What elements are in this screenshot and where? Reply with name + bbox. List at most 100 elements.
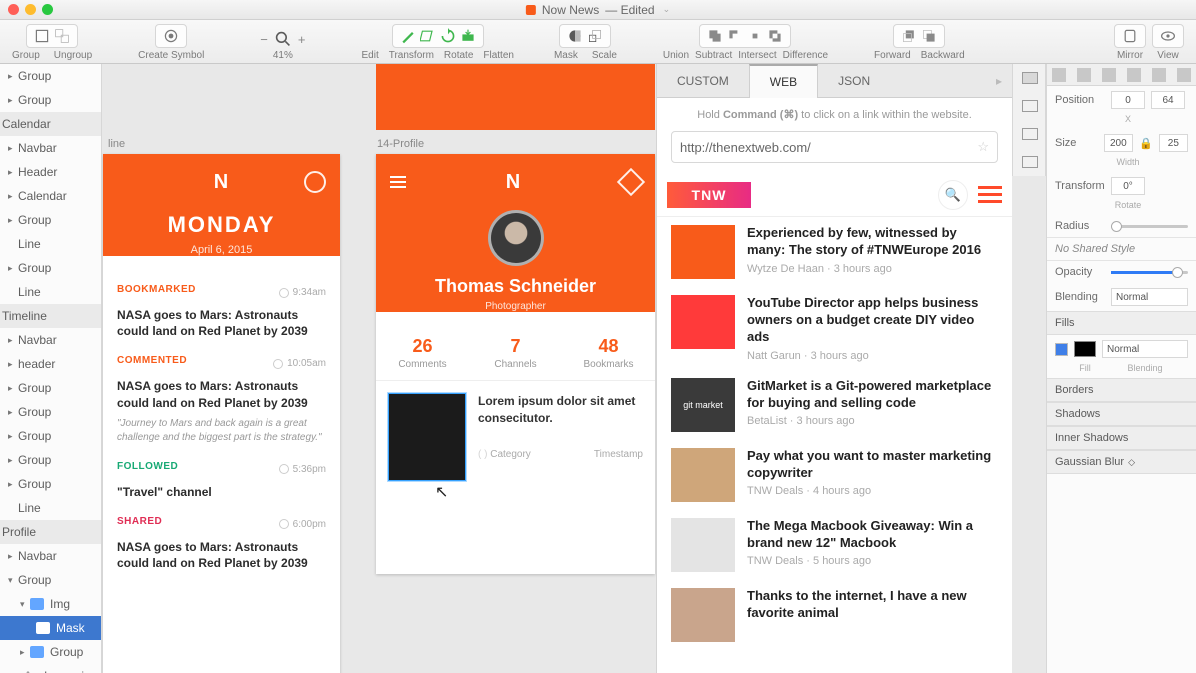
artboard-profile[interactable]: N Thomas Schneider Photographer 26Commen… — [376, 154, 655, 574]
artboard-2-label[interactable]: 14-Profile — [377, 138, 424, 150]
rotate-field[interactable]: 0° — [1111, 177, 1145, 195]
feed-item[interactable]: git marketGitMarket is a Git-powered mar… — [657, 370, 1012, 440]
layer-section[interactable]: Profile — [0, 520, 101, 544]
layer-item[interactable]: ▸Group — [0, 424, 101, 448]
close-window-button[interactable] — [8, 4, 19, 15]
zoom-icon[interactable] — [274, 30, 292, 48]
align-center-icon[interactable] — [1077, 68, 1091, 82]
union-button[interactable] — [706, 27, 724, 45]
feed-item[interactable]: Experienced by few, witnessed by many: T… — [657, 217, 1012, 287]
lock-icon[interactable]: 🔒 — [1139, 137, 1153, 150]
create-symbol-button[interactable] — [162, 27, 180, 45]
layer-item[interactable]: ▾Group — [0, 568, 101, 592]
card-image-selected[interactable] — [388, 393, 466, 481]
zoom-out-button[interactable]: − — [260, 32, 268, 47]
layer-section[interactable]: Timeline — [0, 304, 101, 328]
inner-shadows-section[interactable]: Inner Shadows — [1047, 426, 1196, 450]
layers-panel[interactable]: ▸Group ▸Group Calendar ▸Navbar ▸Header ▸… — [0, 64, 102, 673]
rotate-button[interactable] — [439, 27, 457, 45]
flatten-button[interactable] — [459, 27, 477, 45]
align-left-icon[interactable] — [1052, 68, 1066, 82]
bookmark-star-icon[interactable]: ☆ — [977, 139, 989, 155]
layer-item[interactable]: ▸Header — [0, 160, 101, 184]
subtract-button[interactable] — [726, 27, 744, 45]
layer-item[interactable]: ▸Group — [0, 256, 101, 280]
width-field[interactable]: 200 — [1104, 134, 1133, 152]
layer-item[interactable]: ▸Group — [0, 448, 101, 472]
borders-section[interactable]: Borders — [1047, 378, 1196, 402]
gaussian-blur-section[interactable]: Gaussian Blur ◇ — [1047, 450, 1196, 474]
position-y-field[interactable]: 64 — [1151, 91, 1185, 109]
layer-item[interactable]: ▸Group — [0, 208, 101, 232]
title-dropdown-icon[interactable]: ⌄ — [663, 4, 671, 15]
align-middle-icon[interactable] — [1152, 68, 1166, 82]
opacity-slider[interactable] — [1111, 271, 1188, 274]
news-feed[interactable]: Experienced by few, witnessed by many: T… — [657, 217, 1012, 673]
fills-section[interactable]: Fills — [1047, 311, 1196, 335]
forward-button[interactable] — [900, 27, 918, 45]
backward-button[interactable] — [920, 27, 938, 45]
layer-item[interactable]: ▸Group — [0, 64, 101, 88]
feed-item[interactable]: Thanks to the internet, I have a new fav… — [657, 580, 1012, 650]
align-top-icon[interactable] — [1127, 68, 1141, 82]
layer-section[interactable]: Calendar — [0, 112, 101, 136]
layer-item[interactable]: ▸Calendar — [0, 184, 101, 208]
shadows-section[interactable]: Shadows — [1047, 402, 1196, 426]
align-right-icon[interactable] — [1102, 68, 1116, 82]
tnw-logo[interactable]: TNW — [667, 182, 751, 208]
edit-button[interactable] — [399, 27, 417, 45]
layer-item[interactable]: Line — [0, 496, 101, 520]
tab-json[interactable]: JSON — [818, 64, 890, 97]
transform-button[interactable] — [419, 27, 437, 45]
mask-button[interactable] — [566, 27, 584, 45]
inspector-mode-icon[interactable] — [1013, 148, 1047, 176]
inspector-mode-icon[interactable] — [1013, 92, 1047, 120]
position-x-field[interactable]: 0 — [1111, 91, 1145, 109]
radius-slider[interactable] — [1111, 225, 1188, 228]
zoom-window-button[interactable] — [42, 4, 53, 15]
layer-item[interactable]: ▸Group — [0, 472, 101, 496]
difference-button[interactable] — [766, 27, 784, 45]
layer-item[interactable]: ▸header — [0, 352, 101, 376]
view-button[interactable] — [1159, 27, 1177, 45]
zoom-in-button[interactable]: + — [298, 32, 306, 47]
feed-item[interactable]: Pay what you want to master marketing co… — [657, 440, 1012, 510]
minimize-window-button[interactable] — [25, 4, 36, 15]
inspector-mode-icon[interactable] — [1013, 120, 1047, 148]
layer-item[interactable]: ▸Navbar — [0, 328, 101, 352]
url-input[interactable]: http://thenextweb.com/☆ — [671, 131, 998, 163]
blending-dropdown[interactable]: Normal — [1111, 288, 1188, 306]
artboard-timeline[interactable]: N MONDAY April 6, 2015 BOOKMARKED9:34amN… — [103, 154, 340, 673]
layer-item[interactable]: ▸Group — [0, 400, 101, 424]
site-menu-icon[interactable] — [978, 186, 1002, 203]
inspector-mode-icon[interactable] — [1013, 64, 1047, 92]
feed-card[interactable]: Lorem ipsum dolor sit amet consecitutor.… — [376, 381, 655, 493]
shared-style-dropdown[interactable]: No Shared Style — [1055, 243, 1135, 255]
layer-mask-selected[interactable]: Mask — [0, 616, 101, 640]
fill-color-swatch[interactable] — [1074, 341, 1096, 357]
ungroup-button[interactable] — [53, 27, 71, 45]
mirror-button[interactable] — [1121, 27, 1139, 45]
layer-item[interactable]: ▸Navbar — [0, 136, 101, 160]
fill-blend-dropdown[interactable]: Normal — [1102, 340, 1188, 358]
tab-more-icon[interactable]: ▸ — [986, 64, 1012, 97]
layer-item[interactable]: Line — [0, 280, 101, 304]
scale-button[interactable] — [586, 27, 604, 45]
feed-item[interactable]: The Mega Macbook Giveaway: Win a brand n… — [657, 510, 1012, 580]
height-field[interactable]: 25 — [1159, 134, 1188, 152]
artboard-1-label[interactable]: line — [108, 138, 125, 150]
align-bottom-icon[interactable] — [1177, 68, 1191, 82]
fill-enabled-checkbox[interactable] — [1055, 343, 1068, 356]
layer-item[interactable]: ▸Group — [0, 640, 101, 664]
zoom-percent[interactable]: 41% — [273, 50, 293, 61]
layer-item[interactable]: Line — [0, 232, 101, 256]
intersect-button[interactable] — [746, 27, 764, 45]
layer-text-item[interactable]: AaLorem ip... — [0, 664, 101, 673]
layer-folder-img[interactable]: ▾Img — [0, 592, 101, 616]
feed-item[interactable]: YouTube Director app helps business owne… — [657, 287, 1012, 370]
layer-item[interactable]: ▸Group — [0, 88, 101, 112]
site-search-icon[interactable]: 🔍 — [938, 180, 968, 210]
layer-item[interactable]: ▸Navbar — [0, 544, 101, 568]
group-button[interactable] — [33, 27, 51, 45]
layer-item[interactable]: ▸Group — [0, 376, 101, 400]
